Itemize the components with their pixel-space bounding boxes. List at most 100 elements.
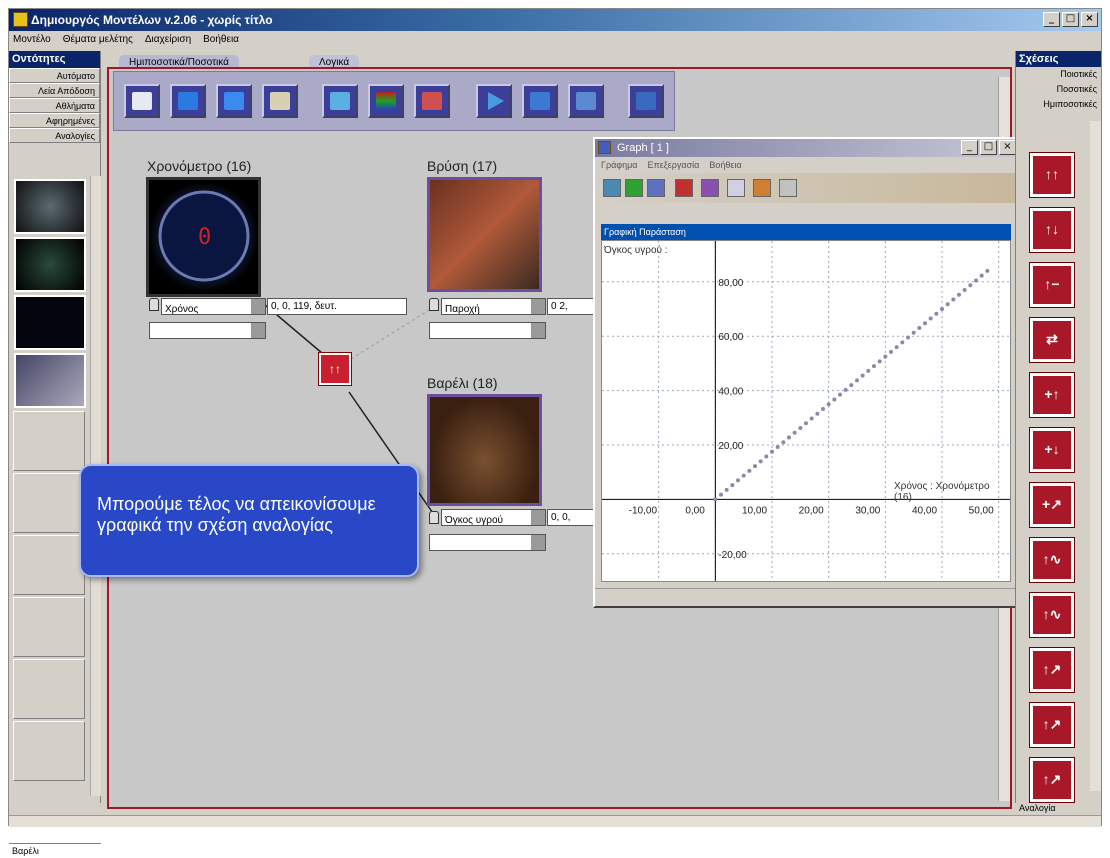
lock-icon[interactable] [429, 298, 439, 311]
entity-thumb-machine[interactable] [14, 353, 86, 408]
stop-button[interactable] [522, 84, 558, 118]
entity-category-0[interactable]: Αυτόματο [9, 68, 100, 83]
pen-button[interactable] [568, 84, 604, 118]
table-button[interactable] [414, 84, 450, 118]
entity-image-barrel[interactable] [427, 394, 542, 506]
new-model-button[interactable] [124, 84, 160, 118]
undo-button[interactable] [628, 84, 664, 118]
maximize-button[interactable]: □ [1062, 12, 1079, 27]
relation-category-0[interactable]: Ποιοτικές [1016, 67, 1101, 82]
relation-category-2[interactable]: Ημιποσοτικές [1016, 97, 1101, 112]
entity-slot[interactable] [13, 659, 85, 719]
graph-tool-settings[interactable] [753, 179, 771, 197]
tap-variable-select[interactable]: Παροχή [441, 298, 546, 315]
print-button[interactable] [262, 84, 298, 118]
menu-model[interactable]: Μοντέλο [13, 31, 51, 49]
graph-minimize-button[interactable]: _ [961, 140, 978, 155]
data-point [787, 435, 791, 440]
graph-maximize-button[interactable]: □ [980, 140, 997, 155]
relation-button-3[interactable]: ⇄ [1030, 318, 1074, 362]
graph-menu-help[interactable]: Βοήθεια [709, 157, 741, 173]
graph-window: Graph [ 1 ] _ □ × Γράφημα Επεξεργασία Βο… [593, 137, 1021, 608]
graph-tool-bars[interactable] [625, 179, 643, 197]
barrel-value-field[interactable]: 0, 0, [547, 509, 595, 526]
graph-button[interactable] [322, 84, 358, 118]
play-button[interactable] [476, 84, 512, 118]
relations-scrollbar[interactable] [1090, 121, 1101, 791]
data-point [781, 440, 786, 445]
data-point [866, 368, 871, 373]
barrel-second-select[interactable] [429, 534, 546, 551]
chrono-variable-select[interactable]: Χρόνος [161, 298, 266, 315]
model-toolbar [113, 71, 675, 131]
lock-icon[interactable] [429, 511, 439, 524]
entity-category-2[interactable]: Αθλήματα [9, 98, 100, 113]
relation-button-10[interactable]: ↑↗ [1030, 703, 1074, 747]
graph-menu-chart[interactable]: Γράφημα [601, 157, 638, 173]
menu-help[interactable]: Βοήθεια [203, 31, 239, 49]
tap-variable-label: Παροχή [445, 304, 480, 315]
entity-thumb-scene[interactable] [14, 237, 86, 292]
graph-tool-grid[interactable] [727, 179, 745, 197]
graph-title: Graph [ 1 ] [617, 142, 669, 154]
data-point [872, 364, 876, 369]
entity-slot[interactable] [13, 535, 85, 595]
entity-slot[interactable] [13, 597, 85, 657]
relation-button-2[interactable]: ↑− [1030, 263, 1074, 307]
bars-button[interactable] [368, 84, 404, 118]
entity-category-1[interactable]: Λεία Απόδοση [9, 83, 100, 98]
data-point [719, 492, 723, 497]
data-point [923, 321, 927, 326]
x-tick-label: 30,00 [855, 505, 880, 516]
data-point [724, 487, 729, 492]
relation-button-7[interactable]: ↑∿ [1030, 538, 1074, 582]
graph-tool-table[interactable] [647, 179, 665, 197]
menu-bar: Μοντέλο Θέματα μελέτης Διαχείριση Βοήθει… [9, 31, 1101, 49]
relation-button-9[interactable]: ↑↗ [1030, 648, 1074, 692]
open-button[interactable] [170, 84, 206, 118]
graph-close-button[interactable]: × [999, 140, 1016, 155]
graph-tool-line[interactable] [603, 179, 621, 197]
relation-button-1[interactable]: ↑↓ [1030, 208, 1074, 252]
relation-button-8[interactable]: ↑∿ [1030, 593, 1074, 637]
window-title: Δημιουργός Μοντέλων v.2.06 - χωρίς τίτλο [31, 13, 273, 27]
data-point [809, 416, 814, 421]
relation-category-1[interactable]: Ποσοτικές [1016, 82, 1101, 97]
entity-image-chrono[interactable]: 0 [146, 177, 261, 297]
graph-tool-pen[interactable] [675, 179, 693, 197]
relation-button-4[interactable]: +↑ [1030, 373, 1074, 417]
graph-tool-print[interactable] [779, 179, 797, 197]
proportional-relation-node[interactable]: ↑↑ [319, 353, 351, 385]
lock-icon[interactable] [149, 298, 159, 311]
relation-button-0[interactable]: ↑↑ [1030, 153, 1074, 197]
data-point [792, 430, 797, 435]
x-tick-label: 0,00 [685, 505, 705, 516]
save-button[interactable] [216, 84, 252, 118]
entity-thumb-dark[interactable] [14, 295, 86, 350]
relation-button-11[interactable]: ↑↗ [1030, 758, 1074, 802]
chrono-second-select[interactable] [149, 322, 266, 339]
tap-value-field[interactable]: 0 2, [547, 298, 595, 315]
relation-button-6[interactable]: +↗ [1030, 483, 1074, 527]
entity-slot[interactable] [13, 411, 85, 471]
entity-slot[interactable] [13, 473, 85, 533]
entity-slot[interactable] [13, 721, 85, 781]
instruction-callout: Μπορούμε τέλος να απεικονίσουμε γραφικά … [79, 464, 419, 577]
data-point [940, 307, 944, 311]
entity-thumb-barrel[interactable] [14, 179, 86, 234]
graph-menu-edit[interactable]: Επεξεργασία [648, 157, 700, 173]
barrel-variable-select[interactable]: Όγκος υγρού [441, 509, 546, 526]
horizontal-scrollbar[interactable] [9, 815, 1101, 827]
tap-second-select[interactable] [429, 322, 546, 339]
chrono-value-field[interactable]: 0, 0, 119, δευτ. [267, 298, 407, 315]
minimize-button[interactable]: _ [1043, 12, 1060, 27]
relation-button-5[interactable]: +↓ [1030, 428, 1074, 472]
menu-manage[interactable]: Διαχείριση [145, 31, 191, 49]
menu-topics[interactable]: Θέματα μελέτης [63, 31, 133, 49]
close-button[interactable]: × [1081, 12, 1098, 27]
data-point [826, 402, 831, 407]
graph-tool-zoom[interactable] [701, 179, 719, 197]
entity-category-3[interactable]: Αφηρημένες [9, 113, 100, 128]
entity-image-tap[interactable] [427, 177, 542, 292]
entity-category-4[interactable]: Αναλογίες [9, 128, 100, 143]
